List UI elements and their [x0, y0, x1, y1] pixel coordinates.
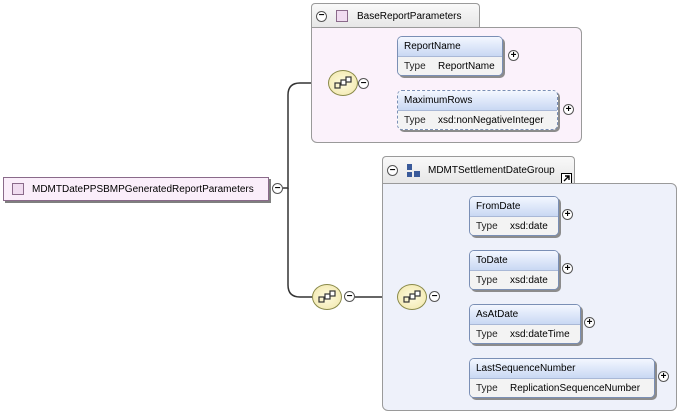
- sequence-icon: [318, 290, 336, 303]
- element-name: FromDate: [470, 197, 558, 217]
- fromdate-expand-button[interactable]: +: [562, 209, 573, 220]
- type-label: Type: [476, 329, 498, 340]
- element-fromdate[interactable]: FromDate Type xsd:date: [469, 196, 559, 236]
- main-sequence-collapse-button[interactable]: −: [344, 291, 355, 302]
- root-element-label: MDMTDatePPSBMPGeneratedReportParameters: [32, 183, 254, 195]
- base-sequence-collapse-button[interactable]: −: [358, 78, 369, 89]
- connector-root-to-main-sequence: [287, 188, 312, 298]
- element-name: ReportName: [398, 37, 502, 57]
- element-maximumrows[interactable]: MaximumRows Type xsd:nonNegativeInteger: [397, 90, 558, 130]
- base-group-title: BaseReportParameters: [357, 10, 462, 22]
- settlement-group-collapse-button[interactable]: −: [387, 165, 398, 176]
- sequence-icon: [403, 290, 421, 303]
- type-value: xsd:date: [510, 221, 548, 232]
- reportname-expand-button[interactable]: +: [508, 50, 519, 61]
- settlement-sequence-collapse-button[interactable]: −: [429, 291, 440, 302]
- element-name: AsAtDate: [470, 305, 580, 325]
- type-value: xsd:nonNegativeInteger: [438, 115, 544, 126]
- element-asatdate[interactable]: AsAtDate Type xsd:dateTime: [469, 304, 581, 344]
- sequence-icon: [334, 76, 352, 89]
- lastsequencenumber-expand-button[interactable]: +: [658, 371, 669, 382]
- sequence-compositor-icon[interactable]: [397, 284, 427, 310]
- group-icon: [407, 163, 421, 178]
- root-element[interactable]: MDMTDatePPSBMPGeneratedReportParameters: [3, 177, 269, 201]
- type-value: xsd:date: [510, 275, 548, 286]
- element-name: MaximumRows: [398, 91, 557, 111]
- type-label: Type: [476, 275, 498, 286]
- element-name: LastSequenceNumber: [470, 359, 654, 379]
- base-group-tab[interactable]: − BaseReportParameters: [311, 3, 480, 28]
- element-lastsequencenumber[interactable]: LastSequenceNumber Type ReplicationSequen…: [469, 358, 655, 398]
- type-value: ReplicationSequenceNumber: [510, 383, 641, 394]
- sequence-compositor-icon[interactable]: [328, 70, 358, 96]
- todate-expand-button[interactable]: +: [562, 263, 573, 274]
- type-value: xsd:dateTime: [510, 329, 570, 340]
- element-name: ToDate: [470, 251, 558, 271]
- base-group-collapse-button[interactable]: −: [316, 10, 327, 22]
- element-reportname[interactable]: ReportName Type ReportName: [397, 36, 503, 76]
- type-label: Type: [476, 383, 498, 394]
- element-todate[interactable]: ToDate Type xsd:date: [469, 250, 559, 290]
- sequence-compositor-icon[interactable]: [312, 284, 342, 310]
- complex-type-icon: [336, 10, 348, 22]
- complex-type-icon: [12, 183, 24, 195]
- root-collapse-button[interactable]: −: [272, 183, 283, 194]
- type-label: Type: [476, 221, 498, 232]
- type-label: Type: [404, 61, 426, 72]
- settlement-group-title: MDMTSettlementDateGroup: [428, 165, 555, 176]
- settlement-group-tab[interactable]: − MDMTSettlementDateGroup: [382, 156, 575, 184]
- asatdate-expand-button[interactable]: +: [584, 317, 595, 328]
- type-value: ReportName: [438, 61, 495, 72]
- maximumrows-expand-button[interactable]: +: [563, 104, 574, 115]
- type-label: Type: [404, 115, 426, 126]
